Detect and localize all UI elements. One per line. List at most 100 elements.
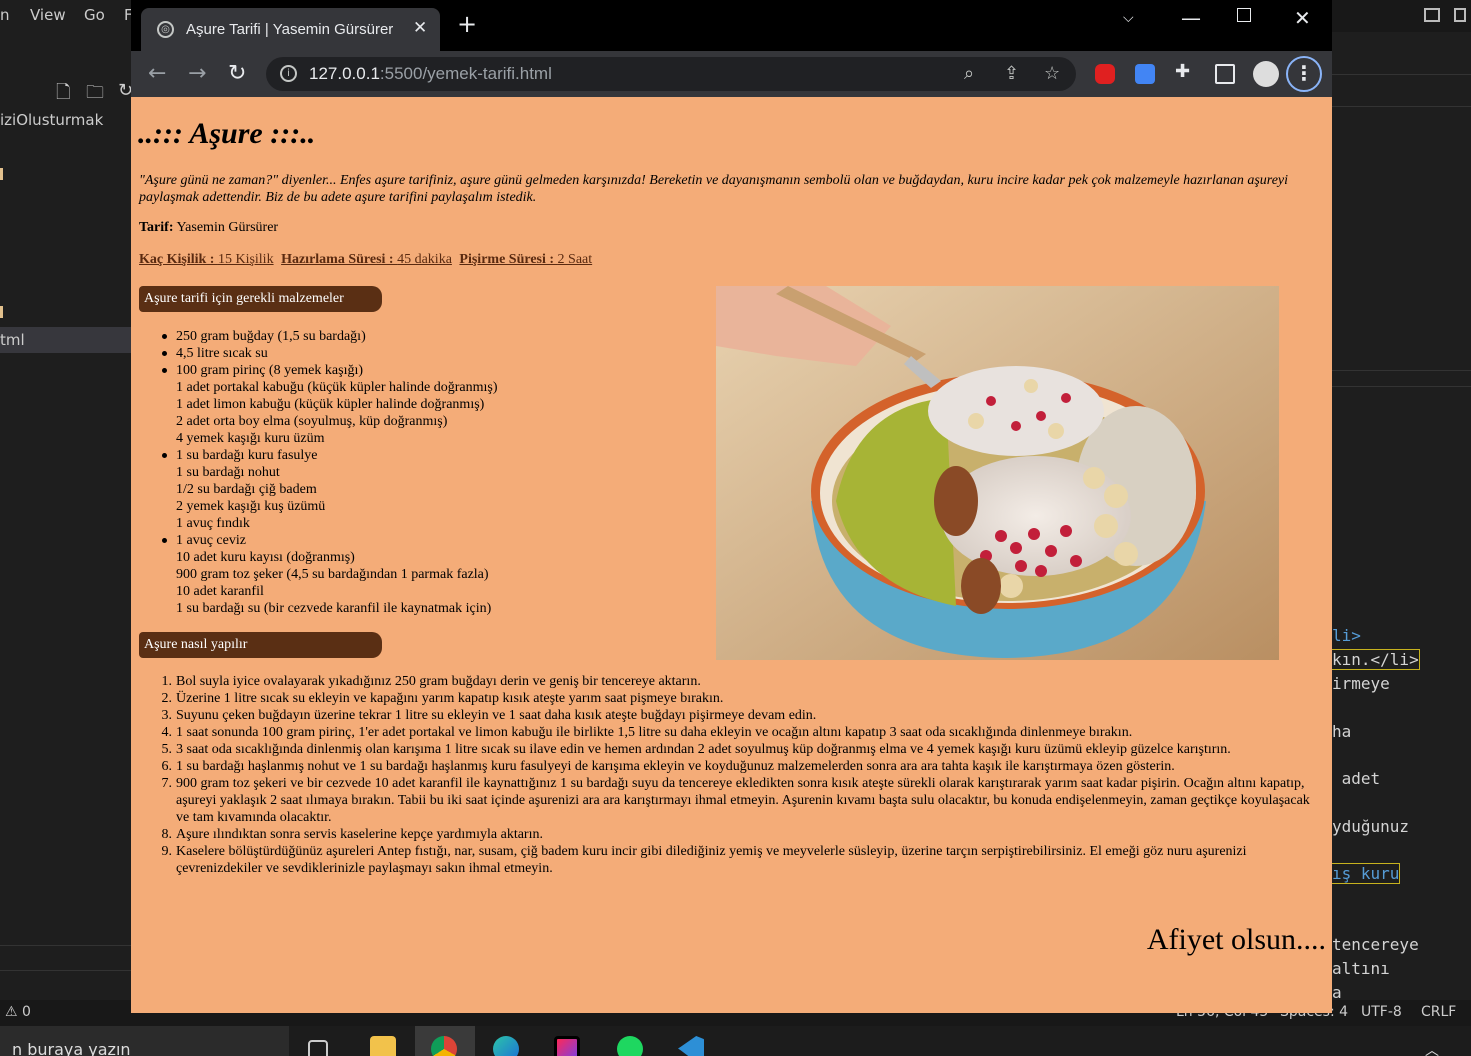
servings-link[interactable]: Kaç Kişilik : 15 Kişilik — [139, 252, 274, 267]
translate-extension-icon[interactable] — [1135, 64, 1155, 84]
edge-icon[interactable] — [493, 1036, 519, 1056]
ingredient-item: 1 avuç ceviz — [162, 532, 498, 549]
info-icon[interactable]: i — [280, 65, 297, 82]
step-text: Kaselere bölüştürdüğünüz aşureleri Antep… — [176, 844, 1247, 876]
step-item: 6. 1 su bardağı haşlanmış nohut ve 1 su b… — [162, 758, 1326, 775]
ingredient-item: 4,5 litre sıcak su — [162, 345, 498, 362]
browser-toolbar: ← → ↻ i 127.0.0.1:5500/yemek-tarifi.html… — [131, 51, 1332, 97]
recipe-author: Tarif: Yasemin Gürsürer — [139, 220, 278, 236]
divider — [0, 970, 131, 971]
ingredient-item: 1 adet limon kabuğu (küçük küpler halind… — [176, 397, 485, 412]
ingredients-heading: Aşure tarifi için gerekli malzemeler — [139, 286, 382, 312]
new-folder-icon[interactable]: 🗀 — [86, 80, 104, 110]
step-text: Aşure ılındıktan sonra servis kaselerine… — [176, 827, 543, 842]
step-number: 9. — [161, 844, 173, 859]
close-window-button[interactable]: ✕ — [1294, 6, 1311, 30]
problems-indicator[interactable]: ⚠ 0 — [5, 1004, 31, 1020]
ingredient-item: 1/2 su bardağı çiğ badem — [176, 482, 317, 497]
step-item: 9. Kaselere bölüştürdüğünüz aşureleri Ant… — [162, 843, 1326, 877]
forward-arrow-icon[interactable]: → — [188, 61, 206, 86]
back-arrow-icon[interactable]: ← — [148, 61, 166, 86]
file-explorer-icon[interactable] — [370, 1036, 396, 1056]
side-panel-icon[interactable] — [1215, 64, 1235, 84]
line-ending[interactable]: CRLF — [1421, 1004, 1456, 1020]
step-number: 8. — [161, 827, 173, 842]
close-icon[interactable]: ✕ — [413, 18, 427, 38]
divider — [1332, 74, 1471, 75]
toggle-sidebar-icon[interactable] — [1424, 8, 1440, 22]
prep-time-link[interactable]: Hazırlama Süresi : 45 dakika — [281, 252, 452, 267]
step-number: 2. — [161, 691, 173, 706]
step-item: 8. Aşure ılındıktan sonra servis kaseleri… — [162, 826, 1326, 843]
ingredient-item: 1 su bardağı kuru fasulye — [162, 447, 498, 464]
code-line[interactable]: irmeye — [1332, 674, 1390, 693]
browser-tab[interactable]: ◎ Aşure Tarifi | Yasemin Gürsürer ✕ — [141, 8, 440, 51]
kebab-menu-icon[interactable]: ⋮ — [1286, 56, 1322, 92]
chevron-down-icon[interactable]: ⌵ — [1123, 10, 1134, 26]
menu-item-view[interactable]: View — [30, 6, 66, 24]
code-line[interactable]: kın.</li> — [1331, 649, 1420, 670]
steps-list: 1. Bol suyla iyice ovalayarak yıkadığınız… — [162, 673, 1326, 877]
author-label: Tarif: — [139, 220, 174, 235]
bookmark-star-icon[interactable]: ☆ — [1044, 63, 1060, 84]
new-tab-button[interactable]: + — [457, 12, 477, 36]
step-number: 3. — [161, 708, 173, 723]
chevron-up-icon[interactable]: ︿ — [1425, 1040, 1439, 1056]
explorer-file[interactable]: tml — [0, 331, 25, 349]
intro-paragraph: "Aşure günü ne zaman?" diyenler... Enfes… — [139, 173, 1289, 205]
ingredient-item: 2 adet orta boy elma (soyulmuş, küp doğr… — [176, 414, 448, 429]
vscode-icon[interactable] — [678, 1036, 704, 1056]
asure-bowl-illustration — [716, 286, 1279, 660]
ingredient-item: 1 adet portakal kabuğu (küçük küpler hal… — [176, 380, 498, 395]
page-title: ..::: Aşure :::.. — [138, 117, 316, 150]
web-page: ..::: Aşure :::.. "Aşure günü ne zaman?"… — [131, 97, 1332, 1013]
taskbar-search[interactable]: n buraya yazın — [0, 1026, 289, 1056]
step-text: 900 gram toz şekeri ve bir cezvede 10 ad… — [176, 776, 1310, 825]
step-number: 4. — [161, 725, 173, 740]
puzzle-extensions-icon[interactable]: ✚ — [1175, 61, 1195, 82]
url-text[interactable]: 127.0.0.1:5500/yemek-tarifi.html — [309, 64, 552, 84]
author-name: Yasemin Gürsürer — [173, 220, 279, 235]
divider — [1332, 106, 1471, 107]
code-line[interactable]: ış kuru — [1330, 863, 1401, 884]
minimize-button[interactable]: — — [1181, 6, 1201, 30]
cook-time-link[interactable]: Pişirme Süresi : 2 Saat — [459, 252, 592, 267]
step-item: 2. Üzerine 1 litre sıcak su ekleyin ve ka… — [162, 690, 1326, 707]
code-line[interactable]: ha — [1332, 722, 1351, 741]
maximize-button[interactable] — [1237, 8, 1251, 22]
divider — [0, 945, 131, 946]
encoding[interactable]: UTF-8 — [1361, 1004, 1402, 1020]
new-file-icon[interactable]: 🗋 — [56, 80, 70, 110]
intellij-icon[interactable] — [554, 1036, 580, 1056]
tab-strip: ◎ Aşure Tarifi | Yasemin Gürsürer ✕ + ⌵ … — [131, 0, 1332, 51]
chrome-icon[interactable] — [431, 1036, 457, 1056]
spotify-icon[interactable] — [617, 1036, 643, 1056]
profile-avatar[interactable] — [1253, 61, 1279, 87]
zoom-icon[interactable]: ⌕ — [964, 63, 974, 84]
step-item: 3. Suyunu çeken buğdayın üzerine tekrar 1… — [162, 707, 1326, 724]
code-line[interactable]: altını — [1332, 959, 1390, 978]
step-item: 1. Bol suyla iyice ovalayarak yıkadığınız… — [162, 673, 1326, 690]
code-line[interactable]: tencereye — [1332, 935, 1419, 954]
step-number: 1. — [161, 674, 173, 689]
recipe-meta-links: Kaç Kişilik : 15 Kişilik Hazırlama Süres… — [139, 252, 596, 268]
step-text: 1 saat sonunda 100 gram pirinç, 1'er ade… — [176, 725, 1133, 740]
menu-item-go[interactable]: Go — [84, 6, 105, 24]
adblock-extension-icon[interactable] — [1095, 64, 1115, 84]
vscode-menubar: n View Go F — [0, 0, 140, 32]
toggle-panel-icon[interactable] — [1454, 8, 1466, 22]
address-bar[interactable]: i 127.0.0.1:5500/yemek-tarifi.html ⌕ ⇪ ☆ — [266, 57, 1076, 91]
ingredient-item: 900 gram toz şeker (4,5 su bardağından 1… — [176, 567, 489, 582]
share-icon[interactable]: ⇪ — [1004, 63, 1019, 84]
globe-icon: ◎ — [157, 21, 174, 38]
reload-icon[interactable]: ↻ — [228, 61, 246, 86]
code-line[interactable]: yduğunuz — [1332, 817, 1409, 836]
menu-item-n[interactable]: n — [0, 6, 10, 24]
ingredient-item: 1 su bardağı su (bir cezvede karanfil il… — [176, 601, 492, 616]
step-text: Üzerine 1 litre sıcak su ekleyin ve kapa… — [176, 691, 724, 706]
code-line[interactable]: adet — [1332, 769, 1381, 788]
task-view-icon[interactable] — [308, 1040, 328, 1056]
code-line[interactable]: li> — [1332, 626, 1361, 645]
explorer-folder[interactable]: iziOlusturmak — [0, 111, 103, 129]
ingredient-item: 1 su bardağı nohut — [176, 465, 280, 480]
